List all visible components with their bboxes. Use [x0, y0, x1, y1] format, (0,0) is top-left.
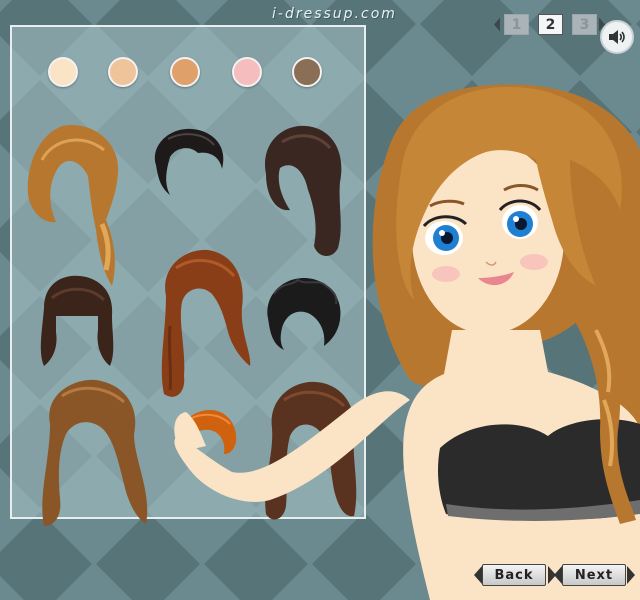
hairstyle-option-6[interactable]: [262, 274, 346, 350]
back-arrow-icon[interactable]: [474, 566, 482, 584]
next-button[interactable]: Next: [562, 564, 626, 586]
sound-toggle-button[interactable]: [600, 20, 634, 54]
page-button-1[interactable]: 1: [504, 14, 529, 35]
skin-tone-swatch-5[interactable]: [292, 57, 322, 87]
hairstyle-option-3[interactable]: [252, 122, 348, 262]
speaker-icon: [609, 30, 625, 44]
hairstyle-option-5[interactable]: [146, 246, 256, 402]
hairstyle-option-7[interactable]: [34, 376, 154, 530]
hairstyle-option-8[interactable]: [176, 408, 238, 456]
back-button[interactable]: Back: [482, 564, 546, 586]
skin-tone-swatch-4[interactable]: [232, 57, 262, 87]
next-arrow-icon[interactable]: [627, 566, 635, 584]
skin-tone-swatch-1[interactable]: [48, 57, 78, 87]
hairstyle-option-2[interactable]: [148, 125, 228, 197]
hairstyle-option-1[interactable]: [22, 120, 132, 290]
site-logo[interactable]: i-dressup.com: [272, 6, 397, 22]
hairstyle-option-9[interactable]: [258, 378, 362, 524]
page-button-2[interactable]: 2: [538, 14, 563, 35]
skin-tone-swatch-2[interactable]: [108, 57, 138, 87]
skin-tone-swatch-3[interactable]: [170, 57, 200, 87]
page-button-3[interactable]: 3: [572, 14, 597, 35]
page-selector: 1 2 3: [494, 13, 605, 36]
hairstyle-option-4[interactable]: [36, 272, 118, 372]
game-stage: i-dressup.com 1 2 3 Back Next: [0, 0, 640, 600]
next-left-arrow: [554, 566, 562, 584]
pager-left-arrow[interactable]: [494, 17, 500, 32]
